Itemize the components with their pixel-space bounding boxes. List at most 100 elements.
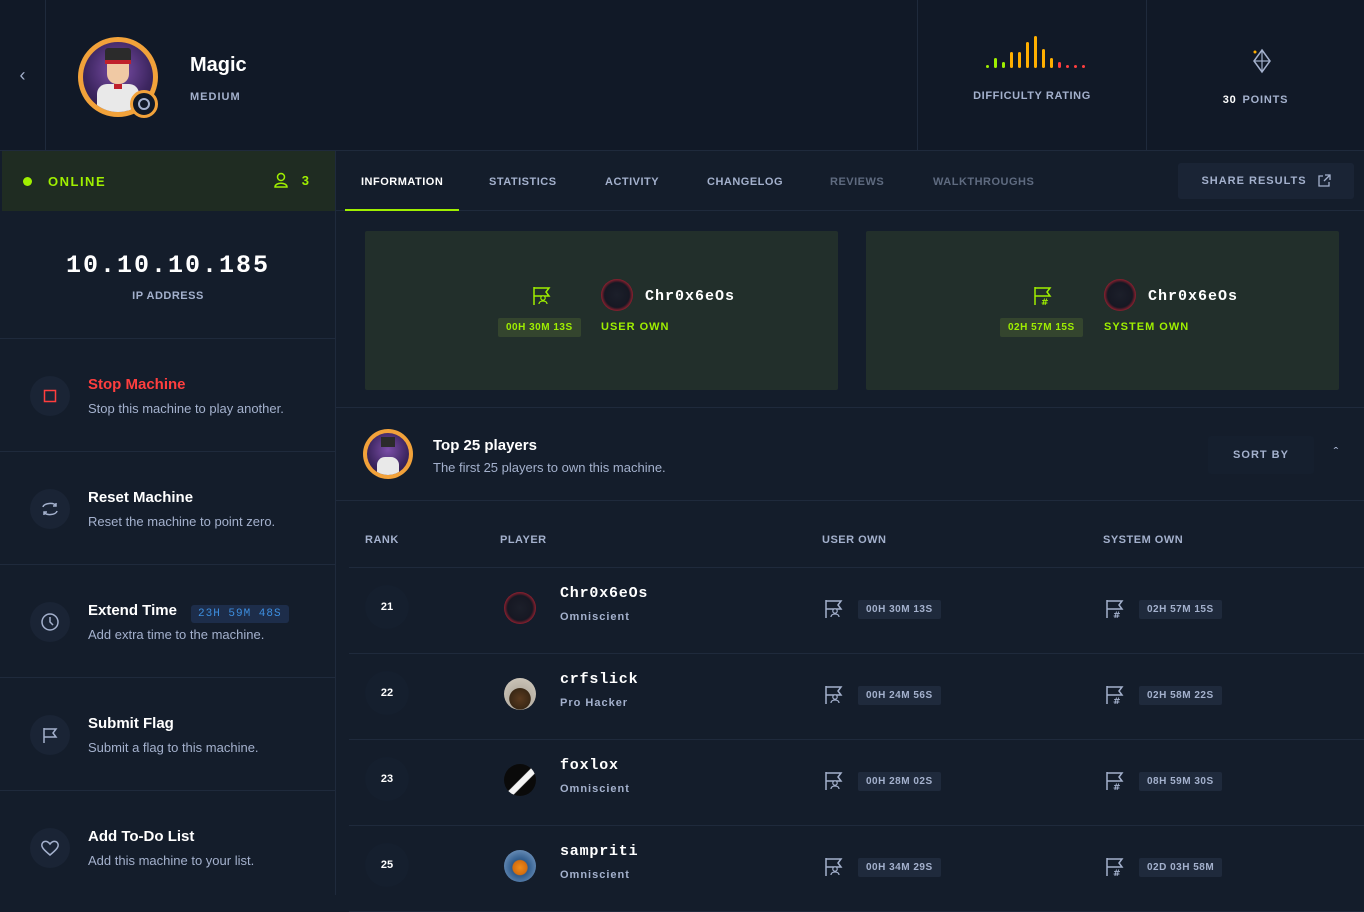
points-display: 30 POINTS xyxy=(1147,94,1364,106)
table-row: 23 foxlox Omniscient 00H 28M 02S #08H 59M 30… xyxy=(349,740,1364,826)
tab-changelog[interactable]: CHANGELOG xyxy=(707,151,783,211)
stop-machine-title: Stop Machine xyxy=(88,376,186,393)
table-row: 25 sampriti Omniscient 00H 34M 29S #02D 03H … xyxy=(349,826,1364,912)
tab-reviews[interactable]: REVIEWS xyxy=(830,151,884,211)
player-rank: 23 xyxy=(365,757,409,801)
chevron-left-icon: ‹ xyxy=(19,65,26,85)
svg-text:#: # xyxy=(1113,697,1121,706)
online-status-bar: ONLINE 3 xyxy=(2,151,335,211)
share-results-button[interactable]: SHARE RESULTS xyxy=(1178,163,1354,199)
player-avatar[interactable] xyxy=(504,592,536,624)
svg-text:#: # xyxy=(1113,869,1121,878)
reset-machine-button[interactable]: Reset Machine Reset the machine to point… xyxy=(0,452,336,565)
player-name[interactable]: foxlox xyxy=(560,757,619,774)
machine-header: ‹ Magic MEDIUM DIFFICULTY RATING 30 POINT… xyxy=(0,0,1364,151)
back-button[interactable]: ‹ xyxy=(0,0,46,151)
column-rank: RANK xyxy=(365,534,399,546)
player-rank: 22 xyxy=(365,671,409,715)
svg-text:#: # xyxy=(1041,298,1049,307)
player-title: Omniscient xyxy=(560,783,630,795)
heart-icon xyxy=(30,828,70,868)
system-own-time: 02H 57M 15S xyxy=(1139,600,1222,619)
system-flag-icon: # xyxy=(1106,600,1124,620)
system-blood-player[interactable]: Chr0x6eOs xyxy=(1148,288,1238,305)
table-row: 22 crfslick Pro Hacker 00H 24M 56S #02H 58M … xyxy=(349,654,1364,740)
add-todo-title: Add To-Do List xyxy=(88,828,195,845)
difficulty-bar xyxy=(994,58,997,68)
player-avatar[interactable] xyxy=(504,764,536,796)
tab-walkthroughs[interactable]: WALKTHROUGHS xyxy=(933,151,1034,211)
stop-icon xyxy=(30,376,70,416)
machine-sidebar: ONLINE 3 10.10.10.185 IP ADDRESS Stop Ma… xyxy=(0,151,336,895)
online-dot-icon xyxy=(23,176,32,186)
linux-os-icon xyxy=(130,90,158,118)
column-system-own: SYSTEM OWN xyxy=(1103,534,1184,546)
external-link-icon xyxy=(1317,174,1331,187)
difficulty-bar xyxy=(1074,65,1077,68)
difficulty-chart xyxy=(986,36,1085,68)
difficulty-bar xyxy=(986,65,989,68)
system-own-time: 08H 59M 30S xyxy=(1139,772,1222,791)
machine-name: Magic xyxy=(190,54,247,76)
system-flag-icon: # xyxy=(1106,686,1124,706)
user-flag-icon xyxy=(825,772,843,790)
svg-text:#: # xyxy=(1113,611,1121,620)
submit-flag-title: Submit Flag xyxy=(88,715,174,732)
system-own-time: 02D 03H 58M xyxy=(1139,858,1223,877)
ip-block: 10.10.10.185 IP ADDRESS xyxy=(0,211,336,339)
player-name[interactable]: Chr0x6eOs xyxy=(560,585,648,602)
points-label: POINTS xyxy=(1242,94,1289,106)
player-name[interactable]: crfslick xyxy=(560,671,638,688)
system-flag-icon: # xyxy=(1106,858,1124,878)
chevron-up-icon[interactable]: ˆ xyxy=(1326,444,1346,464)
difficulty-bar xyxy=(1042,49,1045,68)
extend-time-button[interactable]: Extend Time 23H 59M 48S Add extra time t… xyxy=(0,565,336,678)
submit-flag-button[interactable]: Submit Flag Submit a flag to this machin… xyxy=(0,678,336,791)
player-rank: 25 xyxy=(365,843,409,887)
player-name[interactable]: sampriti xyxy=(560,843,638,860)
player-avatar[interactable] xyxy=(504,678,536,710)
add-todo-button[interactable]: Add To-Do List Add this machine to your … xyxy=(0,791,336,904)
reset-machine-desc: Reset the machine to point zero. xyxy=(88,514,276,529)
system-flag-icon: # xyxy=(1034,287,1052,307)
difficulty-label: DIFFICULTY RATING xyxy=(973,90,1091,102)
online-status: ONLINE xyxy=(48,173,107,189)
difficulty-bar xyxy=(1026,42,1029,68)
extend-time-title: Extend Time xyxy=(88,602,177,619)
top-players-machine-avatar xyxy=(363,429,413,479)
player-rank: 21 xyxy=(365,585,409,629)
tab-information[interactable]: INFORMATION xyxy=(344,151,460,211)
system-blood-avatar[interactable] xyxy=(1104,279,1136,311)
user-own-time: 00H 30M 13S xyxy=(858,600,941,619)
ip-address[interactable]: 10.10.10.185 xyxy=(0,251,336,280)
system-flag-icon: # xyxy=(1106,772,1124,792)
player-title: Omniscient xyxy=(560,869,630,881)
user-blood-player[interactable]: Chr0x6eOs xyxy=(645,288,735,305)
user-blood-type: USER OWN xyxy=(601,321,670,333)
stop-machine-button[interactable]: Stop Machine Stop this machine to play a… xyxy=(0,339,336,452)
top-players-subtitle: The first 25 players to own this machine… xyxy=(433,460,666,475)
system-blood-time: 02H 57M 15S xyxy=(1000,318,1083,337)
system-blood-type: SYSTEM OWN xyxy=(1104,321,1190,333)
player-avatar[interactable] xyxy=(504,850,536,882)
top-players-title: Top 25 players xyxy=(433,437,537,454)
difficulty-bar xyxy=(1010,52,1013,68)
points-value: 30 xyxy=(1222,94,1237,106)
user-flag-icon xyxy=(533,287,551,305)
tab-statistics[interactable]: STATISTICS xyxy=(489,151,557,211)
sort-by-button[interactable]: SORT BY xyxy=(1208,436,1314,474)
player-title: Pro Hacker xyxy=(560,697,629,709)
table-row: 21 Chr0x6eOs Omniscient 00H 30M 13S #02H 57M… xyxy=(349,568,1364,654)
player-title: Omniscient xyxy=(560,611,630,623)
difficulty-bar xyxy=(1002,62,1005,68)
user-own-time: 00H 28M 02S xyxy=(858,772,941,791)
share-results-label: SHARE RESULTS xyxy=(1201,175,1307,187)
user-blood-avatar[interactable] xyxy=(601,279,633,311)
user-flag-icon xyxy=(825,600,843,618)
reset-icon xyxy=(30,489,70,529)
tab-activity[interactable]: ACTIVITY xyxy=(605,151,659,211)
user-flag-icon xyxy=(825,858,843,876)
diamond-points-icon xyxy=(1253,48,1271,74)
submit-flag-desc: Submit a flag to this machine. xyxy=(88,740,259,755)
difficulty-bar xyxy=(1034,36,1037,68)
